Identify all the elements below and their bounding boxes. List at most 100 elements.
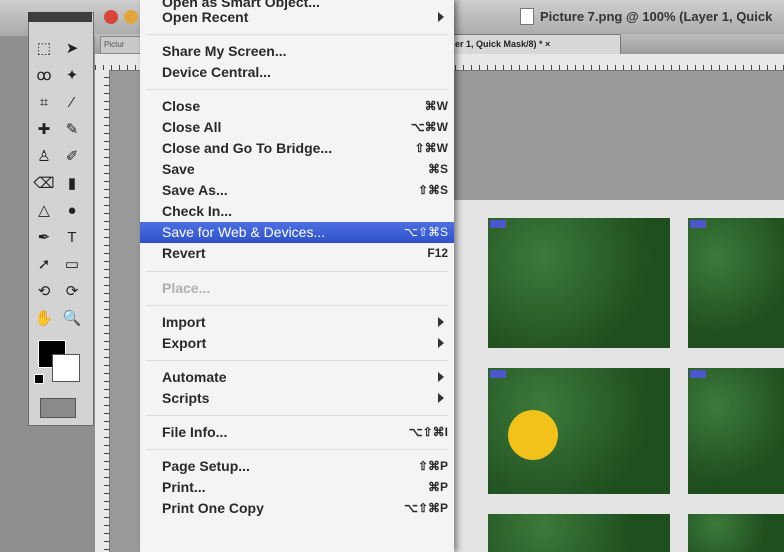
healing-brush-tool-icon[interactable]: ✚ (32, 119, 56, 141)
crop-tool-icon[interactable]: ⌗ (32, 92, 56, 114)
history-brush-tool-icon[interactable]: ✐ (60, 146, 84, 168)
menu-item-close-and-go-to-bridge[interactable]: Close and Go To Bridge... ⇧⌘W (140, 138, 454, 159)
menu-item-shortcut: ⇧⌘W (414, 141, 448, 155)
document-tab[interactable]: Pictur (100, 36, 145, 54)
menu-item-label: Page Setup... (162, 458, 250, 474)
menu-item-print[interactable]: Print... ⌘P (140, 477, 454, 498)
menu-item-scripts[interactable]: Scripts (140, 388, 454, 409)
close-window-button[interactable] (104, 10, 118, 24)
menu-item-shortcut: ⌥⇧⌘S (404, 225, 448, 239)
path-selection-tool-icon[interactable]: ➚ (32, 254, 56, 276)
menu-item-revert[interactable]: Revert F12 (140, 243, 454, 264)
background-color-swatch[interactable] (52, 354, 80, 382)
menu-separator (146, 89, 448, 90)
menu-item-device-central[interactable]: Device Central... (140, 62, 454, 83)
menu-item-check-in[interactable]: Check In... (140, 201, 454, 222)
menu-item-save[interactable]: Save ⌘S (140, 159, 454, 180)
menu-item-label: Place... (162, 280, 211, 296)
menu-item-print-one-copy[interactable]: Print One Copy ⌥⇧⌘P (140, 498, 454, 519)
submenu-arrow-icon (438, 372, 444, 382)
menu-item-import[interactable]: Import (140, 312, 454, 333)
menu-item-label: Import (162, 314, 206, 330)
image-slice[interactable] (688, 218, 784, 348)
flower-center (508, 410, 558, 460)
menu-item-label: Save for Web & Devices... (162, 224, 326, 240)
submenu-arrow-icon (438, 338, 444, 348)
menu-item-shortcut: ⌥⇧⌘P (404, 501, 448, 515)
menu-item-page-setup[interactable]: Page Setup... ⇧⌘P (140, 456, 454, 477)
menu-item-label: Close (162, 98, 201, 114)
menu-item-label: Print... (162, 479, 206, 495)
menu-item-label: Save (162, 161, 195, 177)
gradient-tool-icon[interactable]: ▮ (60, 173, 84, 195)
dodge-tool-icon[interactable]: ● (60, 200, 84, 222)
eyedropper-tool-icon[interactable]: ⁄ (60, 92, 84, 114)
menu-item-shortcut: ⇧⌘P (417, 459, 448, 473)
slice-label (490, 370, 506, 378)
submenu-arrow-icon (438, 393, 444, 403)
brush-tool-icon[interactable]: ✎ (60, 119, 84, 141)
menu-item-label: Automate (162, 369, 227, 385)
menu-separator (146, 34, 448, 35)
submenu-arrow-icon (438, 317, 444, 327)
hand-tool-icon[interactable]: ✋ (32, 308, 56, 330)
menu-item-shortcut: ⌘W (424, 99, 448, 113)
image-slice[interactable] (688, 368, 784, 494)
menu-item-share-my-screen[interactable]: Share My Screen... (140, 41, 454, 62)
window-title: Picture 7.png @ 100% (Layer 1, Quick (540, 9, 773, 24)
menu-item-label: Save As... (162, 182, 228, 198)
quick-mask-button[interactable] (40, 398, 76, 418)
image-slice[interactable] (688, 514, 784, 552)
shape-tool-icon[interactable]: ▭ (60, 254, 84, 276)
menu-item-close-all[interactable]: Close All ⌥⌘W (140, 117, 454, 138)
zoom-tool-icon[interactable]: 🔍 (60, 308, 84, 330)
menu-separator (146, 449, 448, 450)
menu-item-open-recent[interactable]: Open Recent (140, 7, 454, 28)
menu-item-close[interactable]: Close ⌘W (140, 96, 454, 117)
menu-separator (146, 305, 448, 306)
eraser-tool-icon[interactable]: ⌫ (32, 173, 56, 195)
pen-tool-icon[interactable]: ✒ (32, 227, 56, 249)
default-colors-icon[interactable] (34, 374, 44, 384)
vertical-ruler[interactable] (95, 70, 110, 552)
3d-orbit-tool-icon[interactable]: ⟳ (60, 281, 84, 303)
slice-label (690, 220, 706, 228)
menu-item-place: Place... (140, 278, 454, 299)
menu-item-shortcut: ⌥⇧⌘I (408, 425, 448, 439)
menu-separator (146, 271, 448, 272)
menu-item-export[interactable]: Export (140, 333, 454, 354)
document-icon (520, 8, 534, 25)
menu-item-label: Close All (162, 119, 222, 135)
menu-item-shortcut: ⌘S (427, 162, 448, 176)
blur-tool-icon[interactable]: △ (32, 200, 56, 222)
marquee-tool-icon[interactable]: ⬚ (32, 38, 56, 60)
image-slice[interactable] (488, 218, 670, 348)
menu-item-shortcut: ⌥⌘W (410, 120, 448, 134)
minimize-window-button[interactable] (124, 10, 138, 24)
menu-item-shortcut: F12 (427, 246, 448, 260)
clone-stamp-tool-icon[interactable]: ♙ (32, 146, 56, 168)
type-tool-icon[interactable]: T (60, 227, 84, 249)
menu-item-label: Scripts (162, 390, 210, 406)
move-tool-icon[interactable]: ➤ (60, 38, 84, 60)
lasso-tool-icon[interactable]: ꝏ (32, 65, 56, 87)
menu-item-automate[interactable]: Automate (140, 367, 454, 388)
menu-item-label: Share My Screen... (162, 43, 287, 59)
tools-panel-header[interactable] (28, 12, 92, 22)
menu-item-label: Device Central... (162, 64, 271, 80)
3d-rotate-tool-icon[interactable]: ⟲ (32, 281, 56, 303)
menu-item-label: Close and Go To Bridge... (162, 140, 333, 156)
menu-item-save-as[interactable]: Save As... ⇧⌘S (140, 180, 454, 201)
menu-item-file-info[interactable]: File Info... ⌥⇧⌘I (140, 422, 454, 443)
menu-item-label: Print One Copy (162, 500, 264, 516)
menu-separator (146, 360, 448, 361)
image-slice[interactable] (488, 514, 670, 552)
menu-item-save-for-web-devices[interactable]: Save for Web & Devices... ⌥⇧⌘S (140, 222, 454, 243)
menu-item-label: Open Recent (162, 9, 249, 25)
magic-wand-tool-icon[interactable]: ✦ (60, 65, 84, 87)
document-tab-active[interactable]: er 1, Quick Mask/8) * × (450, 34, 621, 54)
slice-label (490, 220, 506, 228)
menu-item-shortcut: ⌘P (427, 480, 448, 494)
menu-item-label: Revert (162, 245, 206, 261)
slice-label (690, 370, 706, 378)
